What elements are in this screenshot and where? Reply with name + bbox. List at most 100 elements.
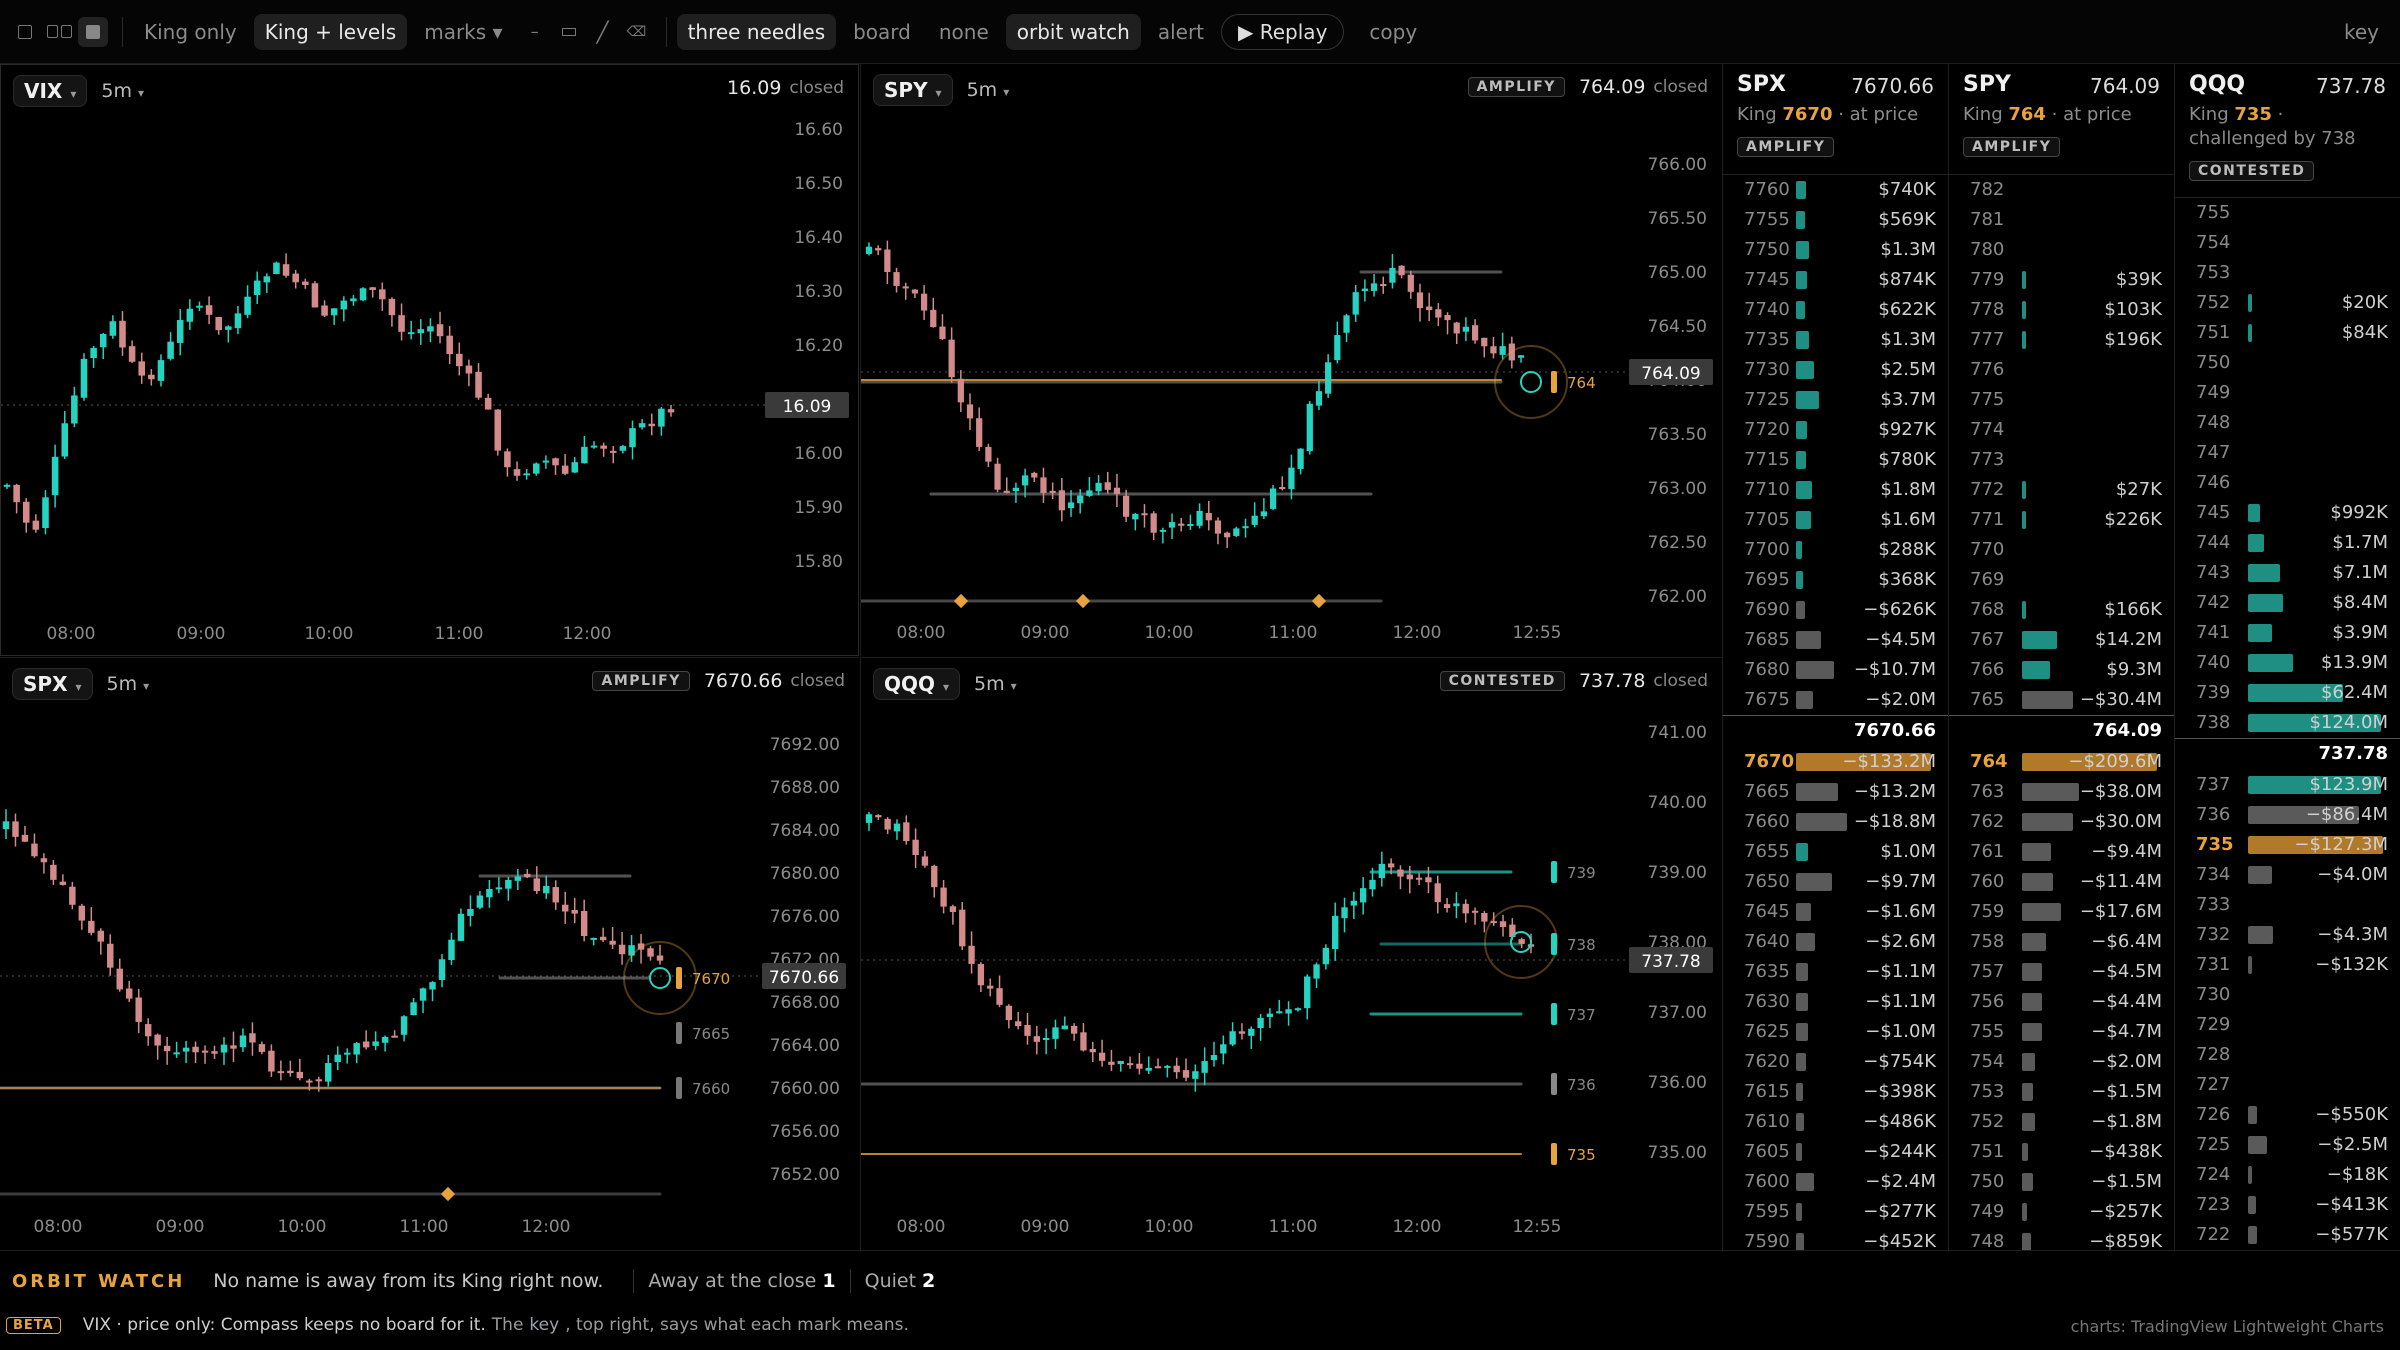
replay-button[interactable]: ▶ Replay <box>1221 13 1345 50</box>
ladder-row[interactable]: 778 $103K <box>1949 295 2174 325</box>
ladder-row[interactable]: 752 $20K <box>2175 288 2400 318</box>
ladder-row[interactable]: 755 <box>2175 198 2400 228</box>
none-button[interactable]: none <box>928 14 1000 50</box>
ladder-row[interactable]: 723 −$413K <box>2175 1190 2400 1220</box>
orbit-watch-button[interactable]: orbit watch <box>1005 13 1141 50</box>
ladder-row[interactable]: 738 $124.0M <box>2175 708 2400 738</box>
ladder-row[interactable]: 749 <box>2175 378 2400 408</box>
ladder-row[interactable]: 7665 −$13.2M <box>1723 777 1948 807</box>
ladder-row[interactable]: 7690 −$626K <box>1723 595 1948 625</box>
ladder-row[interactable]: 761 −$9.4M <box>1949 837 2174 867</box>
ladder-row[interactable]: 775 <box>1949 385 2174 415</box>
ladder-row[interactable]: 7710 $1.8M <box>1723 475 1948 505</box>
ladder-row[interactable]: 763 −$38.0M <box>1949 777 2174 807</box>
ladder-row[interactable]: 766 $9.3M <box>1949 655 2174 685</box>
king-only-button[interactable]: King only <box>133 14 248 50</box>
eraser-tool-icon[interactable]: ⌫ <box>622 17 652 47</box>
ladder-row[interactable]: 750 <box>2175 348 2400 378</box>
ladder-row[interactable]: 7605 −$244K <box>1723 1137 1948 1167</box>
ladder-row[interactable]: 776 <box>1949 355 2174 385</box>
ladder-row[interactable]: 7670 −$133.2M <box>1723 747 1948 777</box>
ladder-row[interactable]: 7615 −$398K <box>1723 1077 1948 1107</box>
ladder-row[interactable]: 7625 −$1.0M <box>1723 1017 1948 1047</box>
ladder-row[interactable]: 726 −$550K <box>2175 1100 2400 1130</box>
ladder-row[interactable]: 748 <box>2175 408 2400 438</box>
ladder-row[interactable]: 725 −$2.5M <box>2175 1130 2400 1160</box>
ladder-row[interactable]: 7620 −$754K <box>1723 1047 1948 1077</box>
ladder-row[interactable]: 753 −$1.5M <box>1949 1077 2174 1107</box>
ladder-row[interactable]: 735 −$127.3M <box>2175 830 2400 860</box>
ladder-row[interactable]: 769 <box>1949 565 2174 595</box>
ladder-row[interactable]: 745 $992K <box>2175 498 2400 528</box>
ladder-row[interactable]: 777 $196K <box>1949 325 2174 355</box>
timeframe-selector[interactable]: 5m ▾ <box>967 79 1010 101</box>
key-button[interactable]: key <box>2333 14 2390 50</box>
symbol-selector[interactable]: QQQ ▾ <box>873 668 961 700</box>
ladder-row[interactable]: 7590 −$452K <box>1723 1227 1948 1250</box>
ladder-row[interactable]: 7730 $2.5M <box>1723 355 1948 385</box>
ladder-row[interactable]: 749 −$257K <box>1949 1197 2174 1227</box>
ladder-current-price-row[interactable]: 764.09 <box>1949 715 2174 747</box>
timeframe-selector[interactable]: 5m ▾ <box>101 80 144 102</box>
chart-panel-spy[interactable]: 766.00765.50765.00764.50764.00763.50763.… <box>860 64 1722 656</box>
trendline-tool-icon[interactable]: ╱ <box>588 17 618 47</box>
ladder-row[interactable]: 7740 $622K <box>1723 295 1948 325</box>
ladder-row[interactable]: 727 <box>2175 1070 2400 1100</box>
alert-button[interactable]: alert <box>1147 14 1215 50</box>
ladder-row[interactable]: 760 −$11.4M <box>1949 867 2174 897</box>
ladder-row[interactable]: 762 −$30.0M <box>1949 807 2174 837</box>
ladder-row[interactable]: 7660 −$18.8M <box>1723 807 1948 837</box>
rectangle-tool-icon[interactable] <box>554 17 584 47</box>
ladder-row[interactable]: 7705 $1.6M <box>1723 505 1948 535</box>
ladder-row[interactable]: 743 $7.1M <box>2175 558 2400 588</box>
ladder-row[interactable]: 7725 $3.7M <box>1723 385 1948 415</box>
board-button[interactable]: board <box>842 14 922 50</box>
copy-button[interactable]: copy <box>1358 14 1428 50</box>
ladder-row[interactable]: 754 <box>2175 228 2400 258</box>
marks-dropdown[interactable]: marks ▾ <box>413 14 513 50</box>
ladder-row[interactable]: 7610 −$486K <box>1723 1107 1948 1137</box>
ladder-row[interactable]: 7655 $1.0M <box>1723 837 1948 867</box>
symbol-selector[interactable]: VIX ▾ <box>13 75 88 107</box>
ladder-row[interactable]: 7715 $780K <box>1723 445 1948 475</box>
ladder-row[interactable]: 752 −$1.8M <box>1949 1107 2174 1137</box>
three-needles-button[interactable]: three needles <box>676 13 837 50</box>
ladder-row[interactable]: 729 <box>2175 1010 2400 1040</box>
ladder-row[interactable]: 746 <box>2175 468 2400 498</box>
ladder-row[interactable]: 7760 $740K <box>1723 175 1948 205</box>
horizontal-line-tool-icon[interactable]: – <box>520 17 550 47</box>
ladder-current-price-row[interactable]: 737.78 <box>2175 738 2400 770</box>
key-link[interactable]: key <box>529 1315 559 1335</box>
ladder-row[interactable]: 779 $39K <box>1949 265 2174 295</box>
timeframe-selector[interactable]: 5m ▾ <box>107 673 150 695</box>
ladder-row[interactable]: 740 $13.9M <box>2175 648 2400 678</box>
chart-panel-vix[interactable]: 16.6016.5016.4016.3016.2016.1016.0015.90… <box>0 64 859 656</box>
ladder-current-price-row[interactable]: 7670.66 <box>1723 715 1948 747</box>
king-levels-button[interactable]: King + levels <box>253 13 408 50</box>
ladder-row[interactable]: 7645 −$1.6M <box>1723 897 1948 927</box>
ladder-row[interactable]: 753 <box>2175 258 2400 288</box>
away-filter[interactable]: Away at the close 1 <box>648 1270 835 1292</box>
chart-panel-spx[interactable]: 7692.00 7688.00 7684.00 7680.00 7676.00 7672.… <box>0 657 859 1250</box>
ladder-row[interactable]: 7630 −$1.1M <box>1723 987 1948 1017</box>
ladder-row[interactable]: 780 <box>1949 235 2174 265</box>
ladder-row[interactable]: 7755 $569K <box>1723 205 1948 235</box>
ladder-row[interactable]: 748 −$859K <box>1949 1227 2174 1250</box>
ladder-row[interactable]: 7685 −$4.5M <box>1723 625 1948 655</box>
symbol-selector[interactable]: SPX ▾ <box>12 668 93 700</box>
ladder-row[interactable]: 7735 $1.3M <box>1723 325 1948 355</box>
ladder-row[interactable]: 774 <box>1949 415 2174 445</box>
ladder-row[interactable]: 756 −$4.4M <box>1949 987 2174 1017</box>
ladder-row[interactable]: 734 −$4.0M <box>2175 860 2400 890</box>
ladder-row[interactable]: 736 −$86.4M <box>2175 800 2400 830</box>
ladder-row[interactable]: 751 −$438K <box>1949 1137 2174 1167</box>
ladder-row[interactable]: 731 −$132K <box>2175 950 2400 980</box>
ladder-row[interactable]: 7695 $368K <box>1723 565 1948 595</box>
ladder-row[interactable]: 724 −$18K <box>2175 1160 2400 1190</box>
ladder-row[interactable]: 765 −$30.4M <box>1949 685 2174 715</box>
ladder-row[interactable]: 733 <box>2175 890 2400 920</box>
ladder-row[interactable]: 782 <box>1949 175 2174 205</box>
single-layout-icon[interactable] <box>10 17 40 47</box>
ladder-row[interactable]: 758 −$6.4M <box>1949 927 2174 957</box>
ladder-row[interactable]: 764 −$209.6M <box>1949 747 2174 777</box>
